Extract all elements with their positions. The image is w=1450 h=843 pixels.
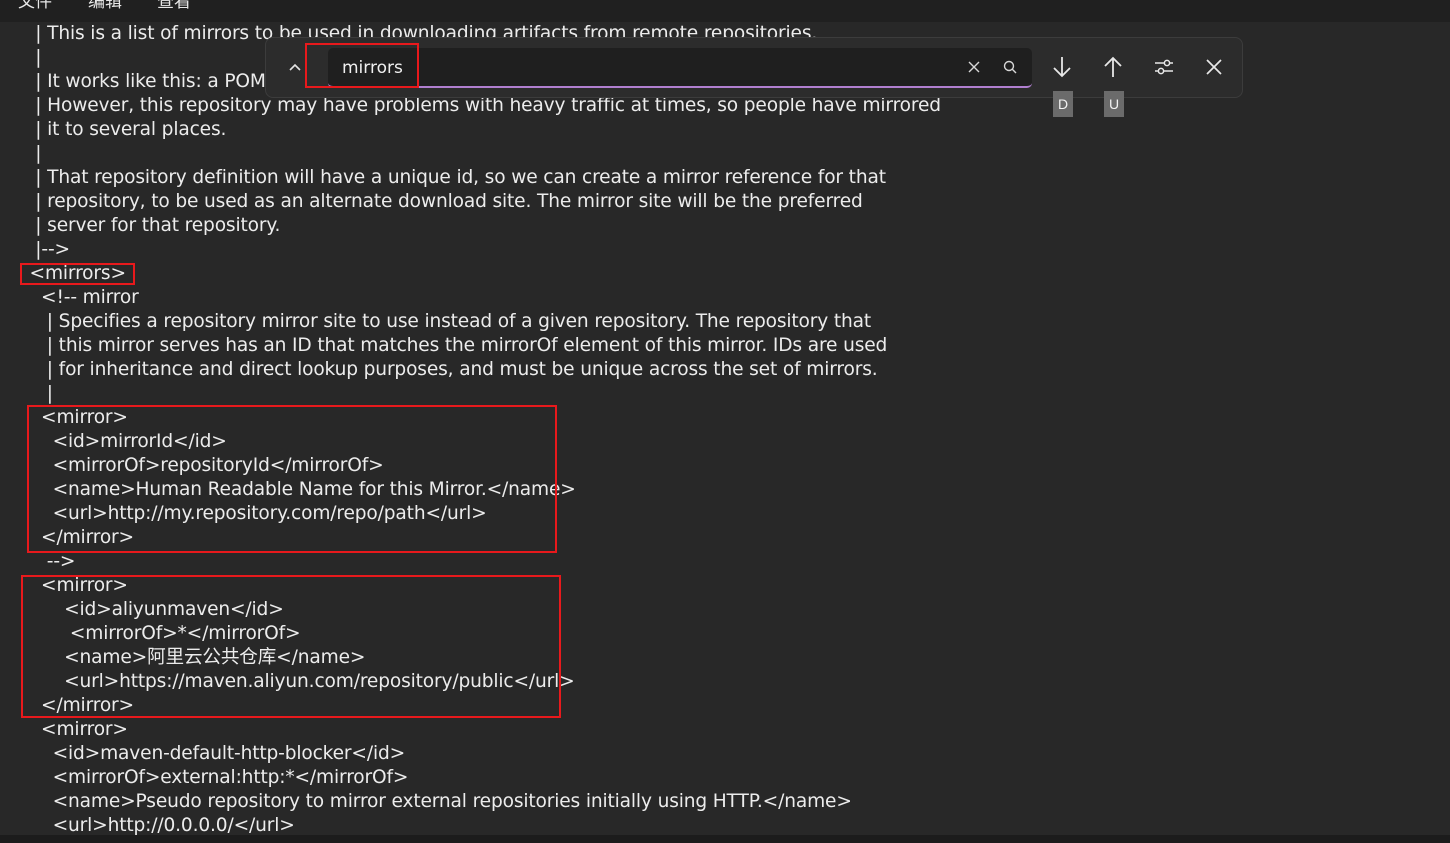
editor-line: | it to several places.: [18, 119, 227, 140]
editor-line: <mirror>: [18, 719, 128, 740]
find-input-wrapper: [328, 48, 1032, 88]
search-icon[interactable]: [996, 53, 1024, 81]
editor-line: | repository, to be used as an alternate…: [18, 191, 863, 212]
text-editor[interactable]: | This is a list of mirrors to be used i…: [0, 22, 1450, 835]
key-hint-next: D: [1053, 91, 1073, 117]
editor-line: <name>阿里云公共仓库</name>: [18, 647, 366, 668]
editor-line: <url>http://0.0.0.0/</url>: [18, 815, 295, 835]
close-icon[interactable]: [960, 53, 988, 81]
editor-line: <id>aliyunmaven</id>: [18, 599, 284, 620]
chevron-up-icon[interactable]: [280, 52, 310, 82]
editor-line: <url>http://my.repository.com/repo/path<…: [18, 503, 487, 524]
editor-line: <id>maven-default-http-blocker</id>: [18, 743, 406, 764]
editor-line: <mirror>: [18, 407, 128, 428]
editor-line: -->: [18, 551, 76, 572]
editor-line: | server for that repository.: [18, 215, 281, 236]
key-hint-prev: U: [1104, 91, 1124, 117]
editor-line: <!-- mirror: [18, 287, 139, 308]
find-input[interactable]: [340, 52, 944, 84]
editor-line: <mirror>: [18, 575, 128, 596]
editor-line: | for inheritance and direct lookup purp…: [18, 359, 878, 380]
arrow-up-icon[interactable]: [1098, 52, 1128, 82]
bottom-scroll-strip: [0, 835, 1450, 843]
arrow-down-icon[interactable]: [1047, 52, 1077, 82]
editor-line: <url>https://maven.aliyun.com/repository…: [18, 671, 575, 692]
editor-line: | this mirror serves has an ID that matc…: [18, 335, 888, 356]
editor-line: |: [18, 383, 53, 404]
editor-line: <name>Pseudo repository to mirror extern…: [18, 791, 852, 812]
find-bar: [265, 37, 1243, 98]
editor-line: | Specifies a repository mirror site to …: [18, 311, 872, 332]
editor-line: </mirror>: [18, 695, 134, 716]
menu-edit[interactable]: 编辑: [88, 0, 122, 14]
editor-line: <mirrorOf>*</mirrorOf>: [18, 623, 301, 644]
editor-line: <name>Human Readable Name for this Mirro…: [18, 479, 576, 500]
sliders-icon[interactable]: [1149, 52, 1179, 82]
editor-line: <mirrorOf>external:http:*</mirrorOf>: [18, 767, 409, 788]
menu-file[interactable]: 文件: [18, 0, 52, 14]
editor-line: <mirrors>: [18, 263, 127, 284]
editor-line: |-->: [18, 239, 70, 260]
menu-bar: 文件 编辑 查看: [0, 0, 1450, 22]
editor-line: |: [18, 143, 42, 164]
menu-view[interactable]: 查看: [157, 0, 191, 14]
editor-line: </mirror>: [18, 527, 134, 548]
close-find-icon[interactable]: [1199, 52, 1229, 82]
editor-line: <mirrorOf>repositoryId</mirrorOf>: [18, 455, 384, 476]
editor-line: |: [18, 47, 42, 68]
editor-line: | That repository definition will have a…: [18, 167, 886, 188]
editor-line: <id>mirrorId</id>: [18, 431, 227, 452]
